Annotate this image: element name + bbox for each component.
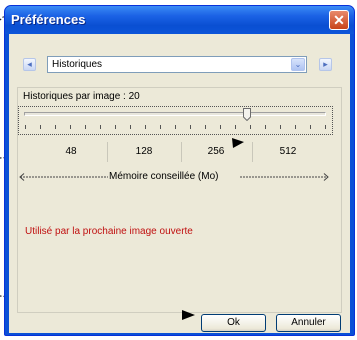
slider-tick	[325, 125, 326, 129]
memory-separator	[107, 142, 108, 162]
memory-separator	[181, 142, 182, 162]
previous-page-button[interactable]: ◂	[23, 58, 36, 71]
title-bar[interactable]: Préférences ✕	[5, 6, 354, 34]
slider-tick	[130, 125, 131, 129]
slider-tick	[85, 125, 86, 129]
arrow-left-icon: ◂	[27, 59, 32, 69]
slider-tick	[220, 125, 221, 129]
chevron-down-icon: ⌄	[294, 60, 302, 69]
slider-tick	[205, 125, 206, 129]
slider-tick	[235, 125, 236, 129]
dialog-body: ◂ Historiques ⌄ ▸ Historiques par image …	[9, 34, 350, 333]
preferences-window: Préférences ✕ ◂ Historiques ⌄ ▸ Historiq…	[4, 5, 355, 336]
category-select[interactable]: Historiques ⌄	[47, 56, 307, 73]
memory-option-128: 128	[135, 146, 153, 157]
slider-tick	[160, 125, 161, 129]
slider-tick	[70, 125, 71, 129]
memory-option-256: 256	[207, 146, 225, 157]
slider-tick	[145, 125, 146, 129]
memory-caption: Mémoire conseillée (Mo)	[109, 171, 219, 182]
cancel-button[interactable]: Annuler	[276, 314, 341, 332]
history-slider[interactable]	[18, 106, 333, 135]
history-label: Historiques par image : 20	[23, 91, 140, 102]
dropdown-button[interactable]: ⌄	[291, 58, 305, 71]
slider-tick	[55, 125, 56, 129]
slider-thumb[interactable]	[243, 108, 251, 121]
window-title: Préférences	[11, 12, 86, 27]
memory-separator	[252, 142, 253, 162]
memory-option-48: 48	[65, 146, 77, 157]
slider-tick	[100, 125, 101, 129]
close-button[interactable]: ✕	[329, 10, 349, 30]
close-icon: ✕	[333, 12, 345, 28]
slider-tick	[40, 125, 41, 129]
slider-tick	[250, 125, 251, 129]
category-select-value: Historiques	[52, 59, 103, 70]
slider-tick	[295, 125, 296, 129]
slider-tick	[115, 125, 116, 129]
slider-tick	[175, 125, 176, 129]
slider-tick	[280, 125, 281, 129]
ok-button[interactable]: Ok	[201, 314, 266, 332]
slider-tick	[265, 125, 266, 129]
slider-track	[24, 112, 326, 116]
arrow-right-icon: ▸	[323, 59, 328, 69]
slider-tick	[25, 125, 26, 129]
next-page-button[interactable]: ▸	[319, 58, 332, 71]
memory-option-512: 512	[279, 146, 297, 157]
slider-tick	[310, 125, 311, 129]
slider-tick	[190, 125, 191, 129]
info-note: Utilisé par la prochaine image ouverte	[25, 226, 193, 237]
